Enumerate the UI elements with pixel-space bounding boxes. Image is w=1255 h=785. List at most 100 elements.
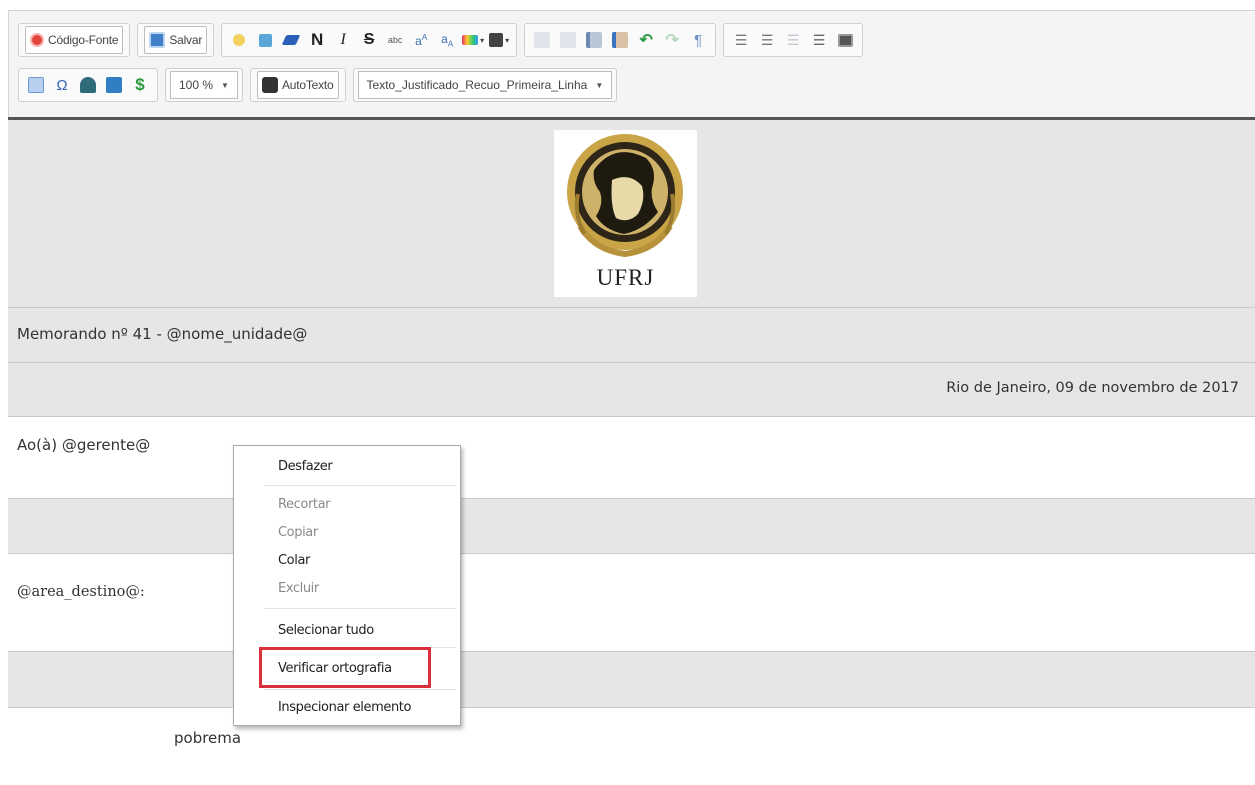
link-icon xyxy=(80,77,96,93)
autotext-label: AutoTexto xyxy=(281,78,334,92)
date-line: Rio de Janeiro, 09 de novembro de 2017 xyxy=(946,380,1239,396)
document-area[interactable]: UFRJ Memorando nº 41 - @nome_unidade@ Ri… xyxy=(8,120,1255,785)
menu-item-copy[interactable]: Copiar xyxy=(278,520,318,544)
menu-divider xyxy=(264,608,456,609)
superscript-button[interactable]: aA xyxy=(410,26,432,54)
header-logo-row: UFRJ xyxy=(8,120,1255,308)
bullet-list-icon: ☰ xyxy=(760,31,774,48)
redo-button[interactable]: ↷ xyxy=(661,26,683,54)
menu-item-paste[interactable]: Colar xyxy=(278,548,310,572)
spellcheck-button[interactable]: abc xyxy=(384,26,406,54)
addressee-row: Ao(à) @gerente@ xyxy=(8,417,1255,499)
paste-text-button[interactable] xyxy=(583,26,605,54)
save-group: Salvar xyxy=(137,23,215,57)
menu-item-cut[interactable]: Recortar xyxy=(278,492,331,516)
replace-button[interactable] xyxy=(254,26,276,54)
toolbar-row-2: Ω $ 100 % ▼ AutoTexto Texto_Justificado_… xyxy=(18,67,624,103)
addressee-text: Ao(à) @gerente@ xyxy=(17,436,151,454)
paste-word-button[interactable] xyxy=(609,26,631,54)
subscript-button[interactable]: aA xyxy=(436,26,458,54)
memo-title: Memorando nº 41 - @nome_unidade@ xyxy=(17,325,308,343)
indent-icon: ☰ xyxy=(812,31,826,48)
chevron-down-icon: ▼ xyxy=(595,80,604,90)
find-button[interactable] xyxy=(228,26,250,54)
sei-button[interactable] xyxy=(103,71,125,99)
speech-bubble-icon xyxy=(261,77,278,93)
redo-icon: ↷ xyxy=(665,32,679,49)
strikethrough-button[interactable]: S xyxy=(358,26,380,54)
menu-item-select-all[interactable]: Selecionar tudo xyxy=(278,618,374,642)
bg-color-button[interactable]: ▾ xyxy=(488,26,510,54)
menu-divider xyxy=(264,689,456,690)
date-row: Rio de Janeiro, 09 de novembro de 2017 xyxy=(8,363,1255,417)
paste-text-icon xyxy=(586,32,603,48)
source-group: Código-Fonte xyxy=(18,23,131,57)
numbered-list-button[interactable]: ☰ xyxy=(730,26,752,54)
eraser-icon xyxy=(281,35,301,45)
image-button[interactable] xyxy=(834,26,856,54)
copy-icon xyxy=(560,32,577,48)
save-button[interactable]: Salvar xyxy=(144,26,208,54)
body-row[interactable]: pobrema xyxy=(8,708,1255,785)
undo-button[interactable]: ↶ xyxy=(635,26,657,54)
bg-color-icon xyxy=(489,33,504,47)
copy-button[interactable] xyxy=(557,26,579,54)
menu-item-undo[interactable]: Desfazer xyxy=(278,454,333,478)
minerva-seal-icon xyxy=(567,134,683,258)
special-char-button[interactable]: Ω xyxy=(51,71,73,99)
area-destino-text: @area_destino@: xyxy=(17,584,145,600)
menu-item-delete[interactable]: Excluir xyxy=(278,576,319,600)
clipboard-group: ↶ ↷ ¶ xyxy=(524,23,717,57)
numbered-list-icon: ☰ xyxy=(734,31,748,48)
autotext-group: AutoTexto xyxy=(249,68,346,102)
save-icon xyxy=(149,32,166,48)
italic-button[interactable]: I xyxy=(332,26,354,54)
replace-icon xyxy=(258,33,272,47)
context-menu: Desfazer Recortar Copiar Colar Excluir S… xyxy=(233,445,461,726)
outdent-button[interactable]: ☰ xyxy=(782,26,804,54)
format-group: N I S abc aA aA ▾ ▾ xyxy=(221,23,518,57)
bold-button[interactable]: N xyxy=(306,26,328,54)
cut-button[interactable] xyxy=(531,26,553,54)
menu-divider xyxy=(264,647,456,648)
omega-icon: Ω xyxy=(56,76,68,94)
body-text: pobrema xyxy=(174,729,242,747)
autotext-button[interactable]: AutoTexto xyxy=(256,71,339,99)
paragraph-button[interactable]: ¶ xyxy=(687,26,709,54)
sei-icon xyxy=(106,77,122,93)
menu-item-inspect[interactable]: Inspecionar elemento xyxy=(278,695,411,719)
list-group: ☰ ☰ ☰ ☰ xyxy=(723,23,864,57)
outdent-icon: ☰ xyxy=(786,31,800,48)
source-code-icon xyxy=(30,33,44,47)
find-icon xyxy=(233,34,246,46)
style-group: Texto_Justificado_Recuo_Primeira_Linha ▼ xyxy=(352,68,618,102)
indent-button[interactable]: ☰ xyxy=(808,26,830,54)
save-label: Salvar xyxy=(169,33,203,47)
style-select[interactable]: Texto_Justificado_Recuo_Primeira_Linha ▼ xyxy=(357,71,613,99)
table-icon xyxy=(28,77,44,93)
zoom-value: 100 % xyxy=(179,78,214,92)
text-color-button[interactable]: ▾ xyxy=(462,26,484,54)
remove-format-button[interactable] xyxy=(280,26,302,54)
superscript-icon: aA xyxy=(415,32,428,48)
dropdown-arrow-icon: ▾ xyxy=(505,35,510,45)
memo-title-row: Memorando nº 41 - @nome_unidade@ xyxy=(8,308,1255,363)
dropdown-arrow-icon: ▾ xyxy=(480,35,485,45)
chevron-down-icon: ▼ xyxy=(221,80,229,90)
table-button[interactable] xyxy=(25,71,47,99)
logo-caption: UFRJ xyxy=(596,265,655,290)
image-icon xyxy=(837,33,853,47)
toolbar-row-1: Código-Fonte Salvar N I S abc aA aA ▾ ▾ xyxy=(18,22,870,58)
paragraph-icon: ¶ xyxy=(694,31,703,49)
insert-group: Ω $ xyxy=(18,68,158,102)
source-code-button[interactable]: Código-Fonte xyxy=(25,26,124,54)
subscript-icon: aA xyxy=(441,31,454,49)
bullet-list-button[interactable]: ☰ xyxy=(756,26,778,54)
blank-grey-row-2 xyxy=(8,652,1255,708)
zoom-select[interactable]: 100 % ▼ xyxy=(170,71,238,99)
cut-icon xyxy=(534,32,551,48)
link-button[interactable] xyxy=(77,71,99,99)
paste-word-icon xyxy=(612,32,629,48)
menu-item-spellcheck[interactable]: Verificar ortografia xyxy=(278,656,392,680)
dollar-button[interactable]: $ xyxy=(129,71,151,99)
